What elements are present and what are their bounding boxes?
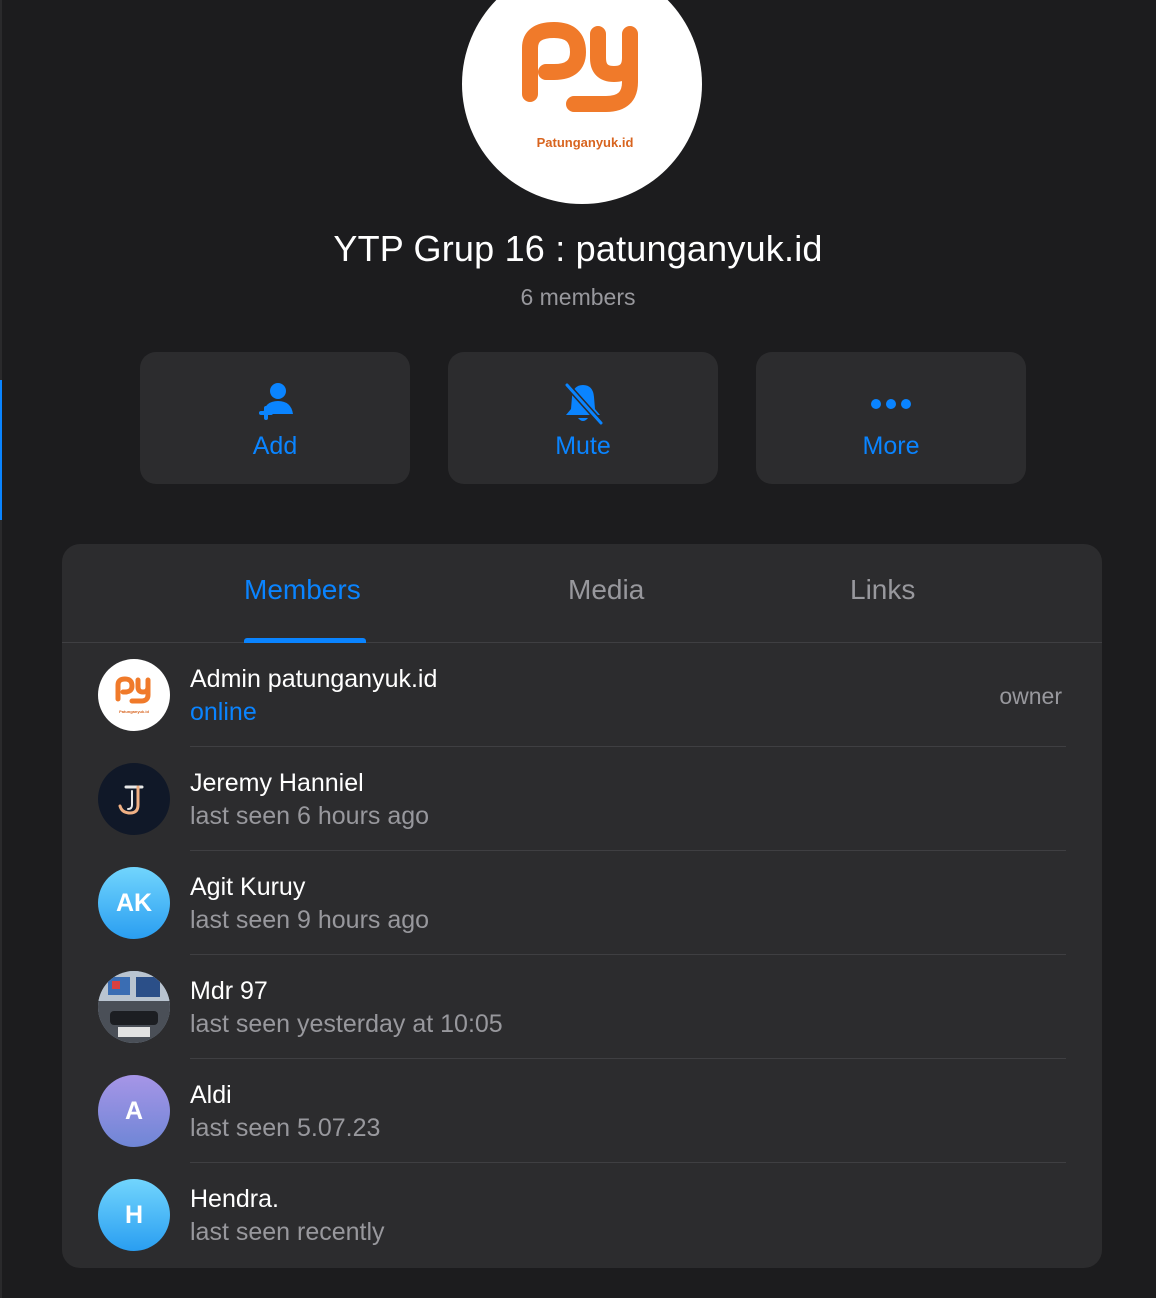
member-status: last seen 9 hours ago — [190, 906, 430, 934]
member-status: last seen recently — [190, 1218, 385, 1246]
more-button[interactable]: More — [756, 352, 1026, 484]
avatar — [98, 763, 170, 835]
member-row-aldi[interactable]: A Aldi last seen 5.07.23 — [62, 1059, 1102, 1163]
avatar — [98, 971, 170, 1043]
tab-links[interactable]: Links — [850, 574, 915, 606]
group-avatar[interactable]: Patunganyuk.id — [462, 0, 702, 204]
avatar: H — [98, 1179, 170, 1251]
add-user-icon — [253, 380, 297, 428]
bell-slash-icon — [561, 380, 605, 428]
tab-bar: Members Media Links — [62, 544, 1102, 643]
avatar: A — [98, 1075, 170, 1147]
member-name: Jeremy Hanniel — [190, 769, 364, 797]
tab-media[interactable]: Media — [568, 574, 644, 606]
members-panel: Members Media Links Patunganyuk.id Admin… — [62, 544, 1102, 1268]
member-name: Admin patunganyuk.id — [190, 665, 438, 693]
member-role: owner — [999, 683, 1062, 709]
group-title: YTP Grup 16 : patunganyuk.id — [333, 228, 823, 269]
window-left-border — [0, 0, 2, 1298]
photo-avatar-image — [98, 971, 170, 1043]
mute-button[interactable]: Mute — [448, 352, 718, 484]
member-row-jeremy[interactable]: Jeremy Hanniel last seen 6 hours ago — [62, 747, 1102, 851]
j-logo-icon — [118, 785, 144, 815]
member-status: last seen 6 hours ago — [190, 802, 430, 830]
patunganyuk-logo-small: Patunganyuk.id — [115, 676, 151, 714]
member-row-admin[interactable]: Patunganyuk.id Admin patunganyuk.id onli… — [62, 643, 1102, 747]
patunganyuk-logo: Patunganyuk.id — [522, 21, 638, 150]
member-status: last seen yesterday at 10:05 — [190, 1010, 503, 1038]
avatar: Patunganyuk.id — [98, 659, 170, 731]
member-status: online — [190, 698, 257, 726]
tab-members[interactable]: Members — [244, 574, 361, 606]
avatar: AK — [98, 867, 170, 939]
member-name: Aldi — [190, 1081, 232, 1109]
more-label: More — [862, 432, 920, 460]
member-row-hendra[interactable]: H Hendra. last seen recently — [62, 1163, 1102, 1267]
logo-text-small: Patunganyuk.id — [119, 709, 149, 714]
mute-label: Mute — [555, 432, 611, 460]
member-status: last seen 5.07.23 — [190, 1114, 381, 1142]
member-row-agit[interactable]: AK Agit Kuruy last seen 9 hours ago — [62, 851, 1102, 955]
logo-text: Patunganyuk.id — [537, 135, 634, 150]
member-row-mdr[interactable]: Mdr 97 last seen yesterday at 10:05 — [62, 955, 1102, 1059]
add-label: Add — [252, 432, 298, 460]
member-name: Hendra. — [190, 1185, 279, 1213]
member-name: Mdr 97 — [190, 977, 268, 1005]
more-dots-icon — [868, 380, 914, 428]
member-count: 6 members — [520, 284, 636, 310]
window-left-accent — [0, 380, 2, 520]
add-button[interactable]: Add — [140, 352, 410, 484]
member-name: Agit Kuruy — [190, 873, 306, 901]
